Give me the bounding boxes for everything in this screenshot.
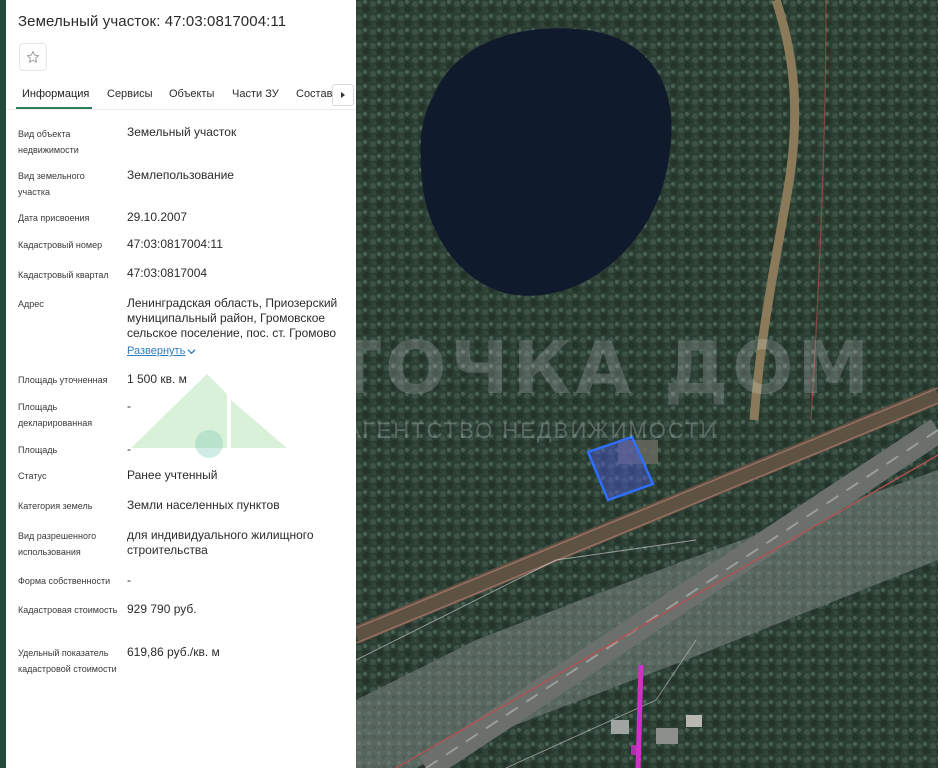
tab-services[interactable]: Сервисы <box>107 88 153 100</box>
map-view[interactable]: ТОЧКА ДОМ АГЕНТСТВО НЕДВИЖИМОСТИ <box>356 0 938 768</box>
tabs-scroll-right-button[interactable] <box>332 84 354 106</box>
tab-information[interactable]: Информация <box>22 88 89 100</box>
value-permitted-use: для индивидуального жилищного строительс… <box>127 528 314 557</box>
value-assign-date: 29.10.2007 <box>127 210 188 224</box>
value-specific-value: 619,86 руб./кв. м <box>127 645 220 659</box>
address-expand-link[interactable]: Развернуть <box>127 345 185 357</box>
value-ownership: - <box>127 573 131 587</box>
value-cadastral-quarter: 47:03:0817004 <box>127 266 208 280</box>
label-specific-value: Удельный показатель кадастровой стоимост… <box>18 648 117 674</box>
value-status: Ранее учтенный <box>127 468 218 482</box>
info-panel: Земельный участок: 47:03:0817004:11 Инфо… <box>6 0 356 768</box>
label-permitted-use: Вид разрешенного использования <box>18 531 97 557</box>
value-cadastral-value: 929 790 руб. <box>127 602 197 616</box>
star-outline-icon <box>26 50 40 63</box>
label-cadastral-quarter: Кадастровый квартал <box>18 270 109 280</box>
chevron-down-icon[interactable] <box>187 348 196 355</box>
label-ownership: Форма собственности <box>18 576 111 586</box>
label-assign-date: Дата присвоения <box>18 213 90 223</box>
label-object-type: Вид объекта недвижимости <box>18 129 79 155</box>
label-area-declared: Площадь декларированная <box>18 402 93 428</box>
active-tab-indicator <box>16 107 92 109</box>
value-category: Земли населенных пунктов <box>127 498 280 512</box>
satellite-imagery <box>356 0 938 768</box>
favorite-button[interactable] <box>19 43 47 71</box>
tab-land-parts[interactable]: Части ЗУ <box>232 88 279 100</box>
value-area: - <box>127 442 131 456</box>
value-address: Ленинградская область, Приозерский муниц… <box>127 296 338 340</box>
label-category: Категория земель <box>18 501 93 511</box>
value-area-specified: 1 500 кв. м <box>127 372 187 386</box>
tab-objects[interactable]: Объекты <box>169 88 214 100</box>
label-cadastral-number: Кадастровый номер <box>18 240 103 250</box>
value-area-declared: - <box>127 399 131 413</box>
value-cadastral-number: 47:03:0817004:11 <box>127 237 223 251</box>
label-address: Адрес <box>18 299 44 309</box>
caret-right-icon <box>341 92 345 98</box>
tab-composition[interactable]: Состав <box>296 88 332 100</box>
tab-bar: Информация Сервисы Объекты Части ЗУ Сост… <box>6 80 356 110</box>
label-area: Площадь <box>18 445 58 455</box>
label-cadastral-value: Кадастровая стоимость <box>18 605 118 615</box>
label-land-type: Вид земельного участка <box>18 171 85 197</box>
value-object-type: Земельный участок <box>127 125 237 139</box>
label-status: Статус <box>18 471 47 481</box>
value-land-type: Землепользование <box>127 168 234 182</box>
page-title: Земельный участок: 47:03:0817004:11 <box>18 13 287 30</box>
label-area-specified: Площадь уточненная <box>18 375 108 385</box>
